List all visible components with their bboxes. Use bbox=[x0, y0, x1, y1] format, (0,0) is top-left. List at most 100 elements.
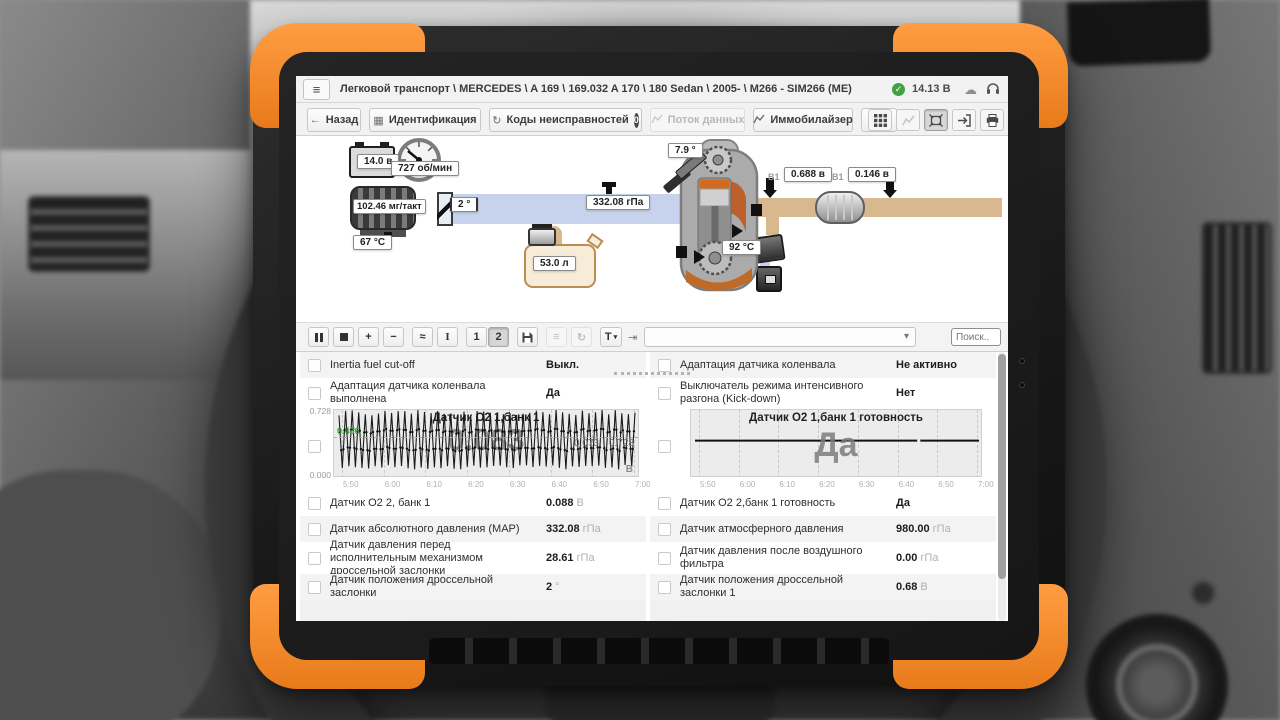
caret-down-icon: ▾ bbox=[613, 334, 618, 341]
row-checkbox[interactable] bbox=[308, 580, 321, 594]
x-tick-label: 7:00 bbox=[635, 480, 651, 489]
back-button[interactable]: ← Назад bbox=[307, 108, 361, 132]
pause-button[interactable] bbox=[308, 327, 329, 347]
x-tick-label: 6:40 bbox=[551, 480, 568, 489]
rearview-mirror bbox=[1066, 0, 1212, 67]
y-axis-min-label: 0.000 bbox=[309, 470, 331, 480]
row-checkbox[interactable] bbox=[658, 522, 671, 536]
row-checkbox[interactable] bbox=[308, 386, 321, 400]
cloud-sync-icon[interactable]: ☁ bbox=[964, 82, 977, 98]
identification-button[interactable]: ▦ Идентификация bbox=[369, 108, 481, 132]
door-speaker-ring bbox=[1116, 644, 1198, 720]
table-row[interactable]: Inertia fuel cut-off Выкл. bbox=[300, 352, 646, 378]
flow-arrow bbox=[694, 250, 705, 264]
engine-schematic: 14.0 в 727 об/мин 102.46 мг/такт 67 °C 2… bbox=[296, 136, 1008, 375]
table-row[interactable]: Адаптация датчика коленвала выполнена Да bbox=[300, 378, 646, 408]
table-row[interactable]: Датчик O2 2, банк 1 0.088 В bbox=[300, 490, 646, 516]
throttle-angle-label: 2 ° bbox=[450, 197, 479, 212]
x-tick-label: 6:30 bbox=[509, 480, 526, 489]
page-2-button[interactable]: 2 bbox=[488, 327, 509, 347]
wave-mode-button[interactable]: ≈ bbox=[412, 327, 433, 347]
exit-session-button[interactable] bbox=[952, 109, 976, 131]
chart-y-axis: 0.728 0.000 bbox=[302, 406, 331, 480]
save-button[interactable] bbox=[517, 327, 538, 347]
table-row[interactable]: Датчик давления после воздушного фильтра… bbox=[650, 542, 996, 574]
x-tick-label: 6:40 bbox=[898, 480, 915, 489]
page-1-button[interactable]: 1 bbox=[466, 327, 487, 347]
flow-arrow bbox=[732, 224, 743, 238]
schematic-view-button[interactable] bbox=[924, 109, 948, 131]
list-button[interactable]: ≡ bbox=[546, 327, 567, 347]
x-tick-label: 6:10 bbox=[426, 480, 442, 489]
parameter-select[interactable]: ▾ bbox=[644, 327, 916, 347]
row-name: Выключатель режима интенсивного разгона … bbox=[680, 380, 864, 405]
right-air-vent bbox=[1202, 222, 1272, 374]
table-row[interactable]: Датчик положения дроссельной заслонки 2 ° bbox=[300, 574, 646, 600]
table-row[interactable]: Выключатель режима интенсивного разгона … bbox=[650, 378, 996, 408]
right-chart-row[interactable]: Да Датчик O2 1,банк 1 готовность 5:50 6:00 6… bbox=[650, 408, 996, 490]
immobilizer-button[interactable]: Иммобилайзер bbox=[753, 108, 853, 132]
table-row[interactable]: Датчик положения дроссельной заслонки 1 0… bbox=[650, 574, 996, 600]
table-row-partial bbox=[650, 600, 996, 621]
save-icon bbox=[522, 332, 533, 342]
row-checkbox[interactable] bbox=[658, 551, 671, 565]
zoom-in-button[interactable]: + bbox=[358, 327, 379, 347]
table-row[interactable]: Датчик O2 2,банк 1 готовность Да bbox=[650, 490, 996, 516]
refresh-button[interactable]: ↻ bbox=[571, 327, 592, 347]
row-checkbox[interactable] bbox=[308, 496, 321, 510]
row-value: Не активно bbox=[896, 359, 958, 371]
connection-ok-icon: ✓ bbox=[892, 83, 905, 96]
o2-pre-bank-tag: B1 bbox=[768, 172, 780, 182]
dtc-count-badge: 0 bbox=[633, 112, 639, 128]
row-checkbox[interactable] bbox=[658, 496, 671, 510]
chart-unit: В bbox=[625, 464, 633, 475]
chart-plot[interactable]: Да Датчик O2 1,банк 1 готовность bbox=[690, 409, 982, 477]
row-checkbox[interactable] bbox=[308, 358, 321, 372]
zoom-out-button[interactable]: − bbox=[383, 327, 404, 347]
refresh-icon: ↻ bbox=[492, 114, 502, 127]
egr-pipe bbox=[766, 215, 779, 235]
search-input[interactable] bbox=[951, 328, 1001, 346]
data-stream-button[interactable]: Поток данных bbox=[650, 108, 745, 132]
row-checkbox[interactable] bbox=[658, 440, 671, 453]
intake-temp-label: 67 °C bbox=[353, 235, 393, 250]
scrollbar-thumb[interactable] bbox=[998, 354, 1006, 579]
table-row[interactable]: Датчик давления перед исполнительным мех… bbox=[300, 539, 646, 577]
table-row[interactable]: Датчик атмосферного давления 980.00 гПа bbox=[650, 516, 996, 542]
row-value: 0.68 В bbox=[896, 581, 928, 593]
row-checkbox[interactable] bbox=[658, 386, 671, 400]
print-button[interactable] bbox=[980, 109, 1004, 131]
printer-icon bbox=[986, 113, 998, 127]
filter-button[interactable]: T ▾ bbox=[600, 327, 622, 347]
row-value: 28.61 гПа bbox=[546, 552, 595, 564]
row-checkbox[interactable] bbox=[658, 358, 671, 372]
row-name: Inertia fuel cut-off bbox=[330, 358, 415, 371]
dtc-button[interactable]: ↻ Коды неисправностей 0 bbox=[489, 108, 642, 132]
schematic-view-icon bbox=[929, 113, 943, 127]
pane-splitter-handle[interactable] bbox=[614, 372, 690, 380]
grid-view-button[interactable] bbox=[868, 109, 892, 131]
stop-button[interactable] bbox=[333, 327, 354, 347]
x-tick-label: 6:30 bbox=[858, 480, 875, 489]
pin-icon[interactable]: ⇥ bbox=[628, 331, 637, 344]
table-right-column: Адаптация датчика коленвала Не активно Вык… bbox=[650, 352, 996, 621]
parameter-table: Inertia fuel cut-off Выкл. Адаптация датчи… bbox=[296, 352, 1008, 621]
x-tick-label: 7:00 bbox=[978, 480, 994, 489]
row-checkbox[interactable] bbox=[308, 551, 321, 565]
graph-view-button[interactable] bbox=[896, 109, 920, 131]
row-checkbox[interactable] bbox=[658, 580, 671, 594]
back-arrow-icon: ← bbox=[309, 114, 321, 126]
cursor-mode-button[interactable]: I bbox=[437, 327, 458, 347]
row-name: Датчик абсолютного давления (MAP) bbox=[330, 522, 520, 535]
headset-support-icon[interactable] bbox=[986, 81, 1000, 99]
table-scrollbar[interactable] bbox=[998, 352, 1006, 621]
x-tick-label: 5:50 bbox=[700, 480, 716, 489]
row-checkbox[interactable] bbox=[308, 522, 321, 536]
map-sensor-glyph bbox=[602, 182, 616, 194]
coolant-temp-label: 92 °C bbox=[722, 240, 762, 255]
row-name: Датчик положения дроссельной заслонки bbox=[330, 574, 494, 599]
table-row[interactable]: Адаптация датчика коленвала Не активно bbox=[650, 352, 996, 378]
menu-icon[interactable]: ≡ bbox=[303, 79, 330, 100]
left-chart-row[interactable]: 0.728 0.000 0.083 Датчик O2 1,банк 1 0.436 0.… bbox=[300, 406, 651, 490]
chart-plot[interactable]: 0.083 Датчик O2 1,банк 1 0.436 0.073 0.728 В bbox=[333, 409, 639, 477]
